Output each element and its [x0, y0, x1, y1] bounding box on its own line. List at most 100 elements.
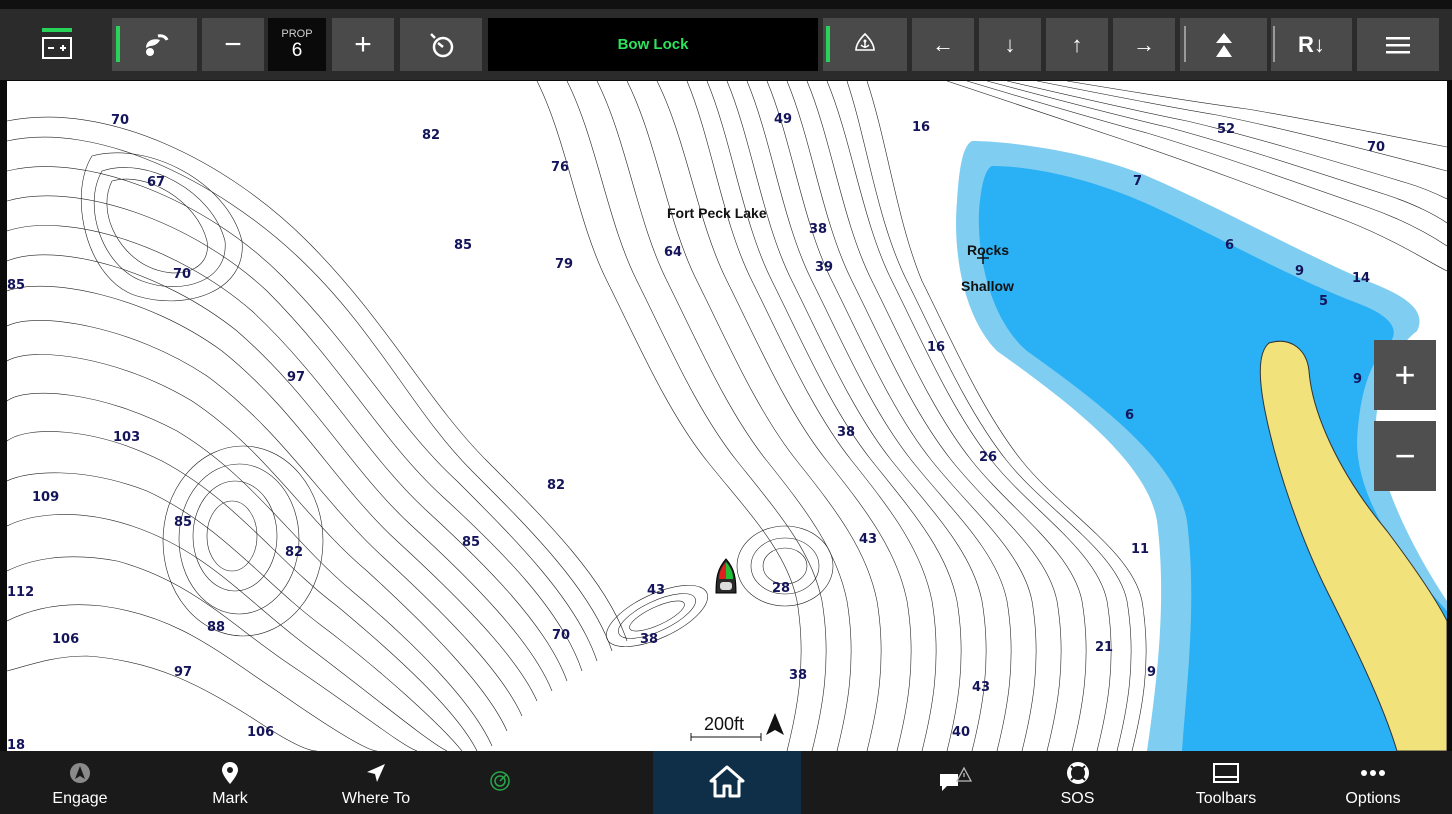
depth-label: 106: [52, 632, 79, 647]
prop-speed-display: PROP 6: [268, 18, 326, 71]
depth-label: 11: [1131, 542, 1149, 557]
depth-label: 85: [454, 238, 472, 253]
depth-label: 52: [1217, 122, 1235, 137]
boat-icon[interactable]: [715, 558, 737, 594]
minus-label: −: [224, 27, 242, 61]
depth-label: 43: [972, 680, 990, 695]
depth-label: 82: [285, 545, 303, 560]
zoom-out-button[interactable]: −: [1374, 421, 1436, 491]
depth-label: 76: [551, 160, 569, 175]
anchor-lock-button[interactable]: [823, 18, 907, 71]
zoom-out-label: −: [1394, 435, 1416, 476]
depth-label: 97: [174, 665, 192, 680]
jog-down-button[interactable]: ↓: [979, 18, 1041, 71]
stow-deploy-icon: [1215, 32, 1232, 57]
cruise-timer-button[interactable]: [400, 18, 482, 71]
depth-label: 97: [287, 370, 305, 385]
depth-label: 6: [1225, 238, 1234, 253]
depth-label: 5: [1319, 294, 1328, 309]
jog-up-label: ↑: [1071, 31, 1083, 57]
battery-button[interactable]: [12, 18, 102, 71]
north-arrow-icon[interactable]: [766, 713, 784, 735]
jog-left-label: ←: [932, 31, 954, 57]
where-to-button[interactable]: Where To: [326, 751, 426, 814]
alerts-button[interactable]: [920, 751, 990, 814]
mark-label: Mark: [212, 790, 248, 807]
depth-label: 70: [173, 267, 191, 282]
zoom-in-button[interactable]: +: [1374, 340, 1436, 410]
where-to-label: Where To: [341, 790, 411, 807]
sos-button[interactable]: SOS: [1030, 751, 1125, 814]
depth-label: 103: [113, 430, 140, 445]
battery-icon: [42, 27, 72, 59]
jog-right-button[interactable]: →: [1113, 18, 1175, 71]
record-button[interactable]: R↓: [1271, 18, 1352, 71]
prop-label: PROP: [281, 27, 313, 40]
depth-label: 38: [640, 632, 658, 647]
depth-label: 9: [1147, 665, 1156, 680]
status-text: Bow Lock: [617, 36, 689, 53]
depth-label: 16: [927, 340, 945, 355]
motor-active-indicator: [116, 26, 120, 62]
sonar-icon: [489, 768, 511, 794]
lifebuoy-icon: [1066, 760, 1089, 786]
depth-label: 112: [7, 585, 34, 600]
engage-icon: [69, 760, 91, 786]
toolbars-button[interactable]: Toolbars: [1176, 751, 1276, 814]
zoom-in-label: +: [1394, 354, 1416, 395]
anchor-lock-icon: [855, 32, 875, 51]
depth-label: 9: [1295, 264, 1304, 279]
cruise-timer-icon: [430, 32, 454, 57]
depth-label: 70: [552, 628, 570, 643]
plus-label: +: [354, 27, 372, 61]
options-button[interactable]: Options: [1323, 751, 1423, 814]
anchor-active-indicator: [826, 26, 830, 62]
depth-label: 38: [809, 222, 827, 237]
depth-label: 79: [555, 257, 573, 272]
toolbar-divider: [1184, 26, 1186, 62]
place-label-shallow: Shallow: [961, 278, 1014, 294]
depth-label: 38: [837, 425, 855, 440]
trolling-motor-button[interactable]: [112, 18, 197, 71]
jog-right-label: →: [1133, 31, 1155, 57]
jog-down-label: ↓: [1004, 31, 1016, 57]
engage-button[interactable]: Engage: [30, 751, 130, 814]
bottom-toolbar: Engage Mark Where To SOS Toolbars Option…: [0, 751, 1452, 814]
chart-map[interactable]: 70 67 70 82 85 76 79 49 16 38 39 64 52 7…: [7, 81, 1447, 751]
more-icon: [1360, 760, 1386, 786]
toolbar-icon: [1213, 760, 1239, 786]
depth-label: 6: [1125, 408, 1134, 423]
navigate-arrow-icon: [366, 760, 386, 786]
depth-label: 7: [1133, 174, 1142, 189]
sonar-button[interactable]: [470, 751, 530, 814]
status-display: Bow Lock: [488, 18, 818, 71]
home-button[interactable]: [653, 751, 801, 814]
mark-button[interactable]: Mark: [180, 751, 280, 814]
depth-label: 18: [7, 738, 25, 751]
depth-label: 43: [647, 583, 665, 598]
depth-label: 16: [912, 120, 930, 135]
depth-label: 109: [32, 490, 59, 505]
engage-label: Engage: [52, 790, 108, 807]
record-label: R↓: [1298, 31, 1325, 57]
depth-label: 70: [111, 113, 129, 128]
menu-button[interactable]: [1357, 18, 1439, 71]
jog-up-button[interactable]: ↑: [1046, 18, 1108, 71]
depth-label: 38: [789, 668, 807, 683]
stow-deploy-button[interactable]: [1180, 18, 1267, 71]
depth-label: 82: [547, 478, 565, 493]
home-icon: [708, 761, 746, 801]
top-toolbar: − PROP 6 + Bow Lock ← ↓ ↑ → R↓: [0, 0, 1452, 80]
depth-label: 49: [774, 112, 792, 127]
prop-decrease-button[interactable]: −: [202, 18, 264, 71]
jog-left-button[interactable]: ←: [912, 18, 974, 71]
depth-label: 106: [247, 725, 274, 740]
depth-label: 82: [422, 128, 440, 143]
depth-label: 67: [147, 175, 165, 190]
depth-label: 85: [462, 535, 480, 550]
prop-increase-button[interactable]: +: [332, 18, 394, 71]
toolbars-label: Toolbars: [1195, 790, 1257, 807]
options-label: Options: [1345, 790, 1401, 807]
sos-label: SOS: [1060, 790, 1095, 807]
depth-label: 85: [174, 515, 192, 530]
